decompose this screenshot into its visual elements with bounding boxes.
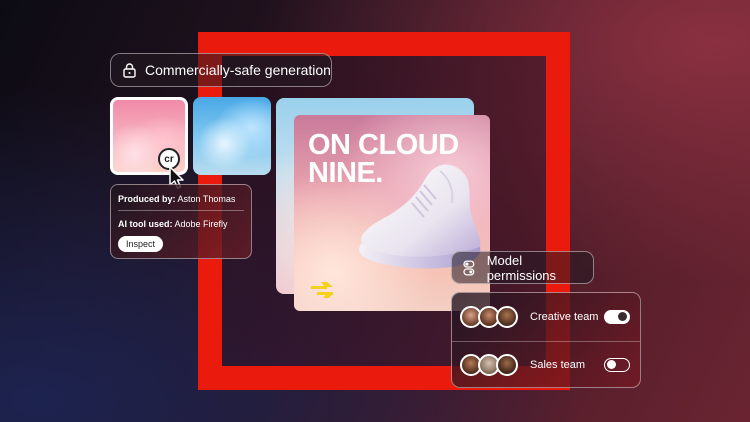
avatar	[496, 354, 518, 376]
headline-line-1: ON CLOUD	[308, 129, 459, 161]
cr-badge-text: cr	[164, 153, 174, 165]
avatar	[496, 306, 518, 328]
brand-logo-icon	[311, 282, 333, 298]
model-permissions-badge: Model permissions	[451, 251, 594, 284]
creative-team-toggle[interactable]	[604, 310, 630, 324]
thumbnail-blue-clouds[interactable]	[193, 97, 271, 175]
ai-tool-row: AI tool used: Adobe Firefly	[118, 216, 244, 234]
sales-team-toggle[interactable]	[604, 358, 630, 372]
produced-by-value: Aston Thomas	[177, 194, 236, 204]
team-permissions-panel: Creative team Sales team	[451, 292, 641, 388]
avatar-group	[460, 354, 524, 376]
inspect-button[interactable]: Inspect	[118, 236, 164, 252]
produced-by-label: Produced by:	[118, 194, 176, 204]
ai-tool-value: Adobe Firefly	[174, 219, 228, 229]
avatar-group	[460, 306, 524, 328]
team-row-creative: Creative team	[452, 293, 640, 342]
team-row-sales: Sales team	[452, 341, 640, 389]
toggle-icon	[463, 259, 475, 276]
lock-icon	[123, 62, 136, 78]
team-name: Sales team	[530, 359, 586, 371]
model-permissions-label: Model permissions	[486, 252, 557, 283]
divider	[118, 210, 244, 211]
badge-label: Commercially-safe generation	[145, 62, 331, 78]
team-name: Creative team	[530, 311, 599, 323]
ai-tool-label: AI tool used:	[118, 219, 173, 229]
produced-by-row: Produced by: Aston Thomas	[118, 191, 244, 209]
commercially-safe-badge: Commercially-safe generation	[110, 53, 332, 87]
content-credentials-card: Produced by: Aston Thomas AI tool used: …	[110, 184, 252, 259]
